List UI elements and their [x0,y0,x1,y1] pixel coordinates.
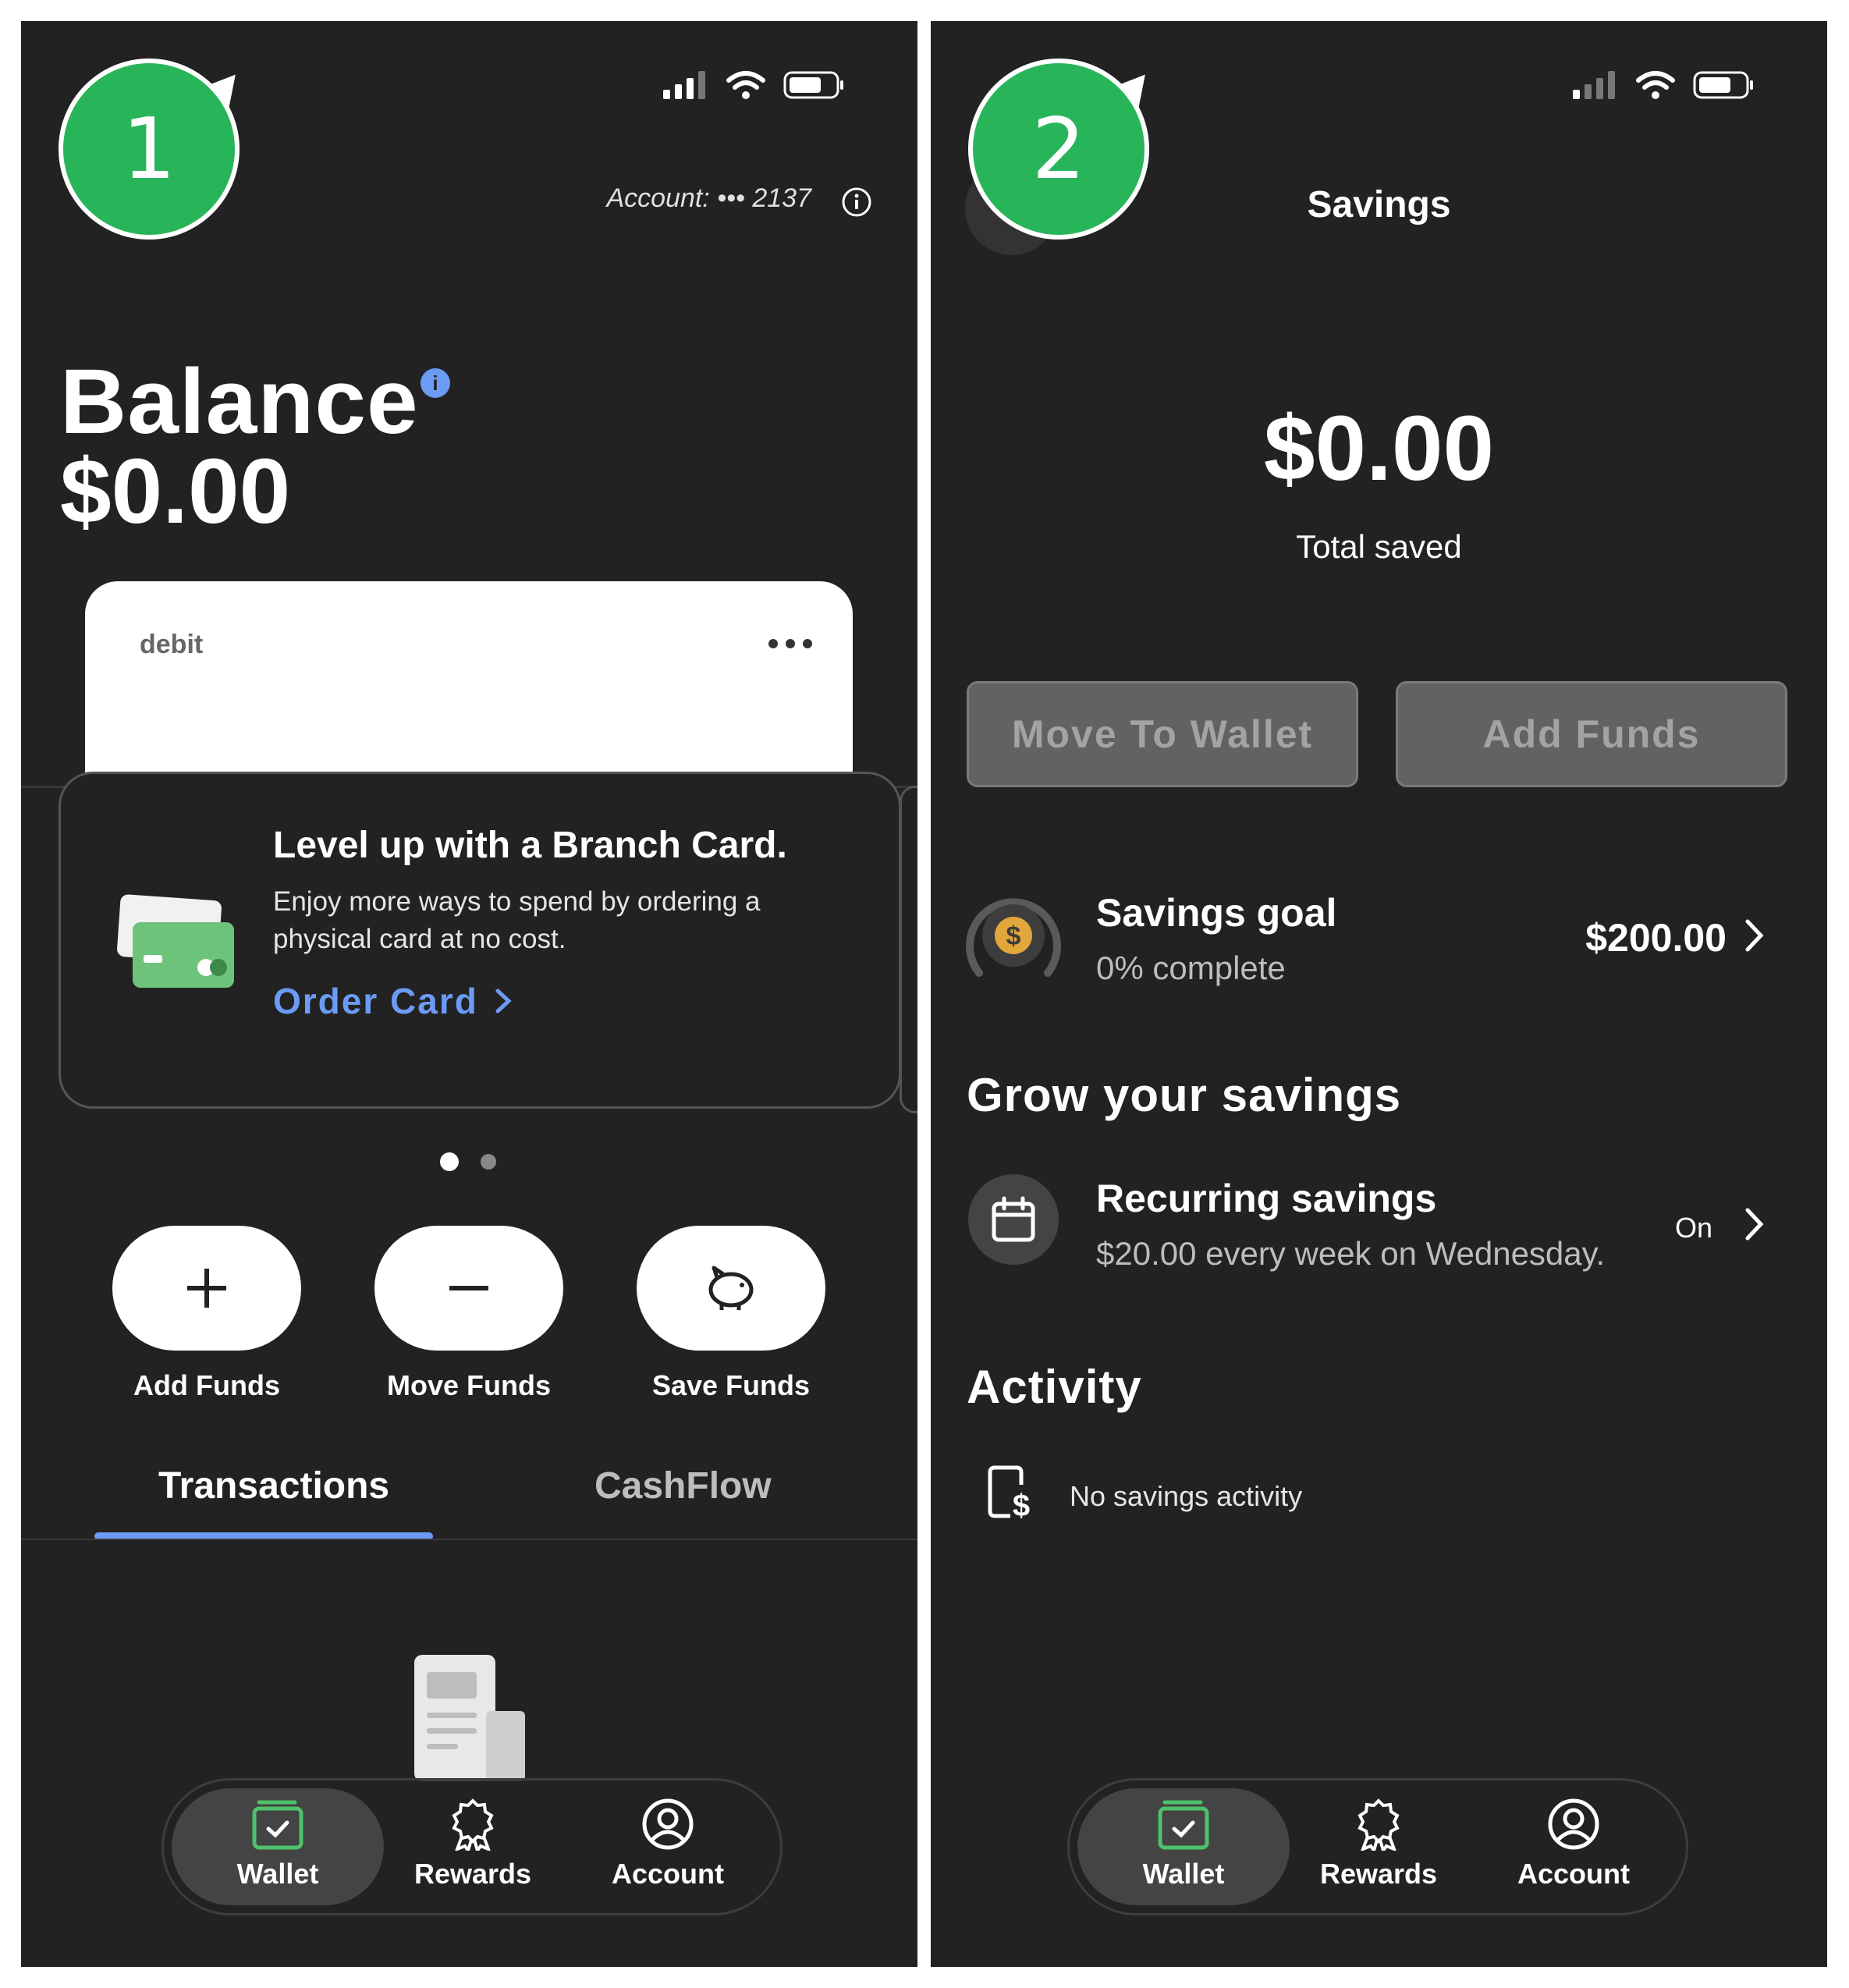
nav-account[interactable]: Account [590,1798,746,1890]
recurring-savings-schedule: $20.00 every week on Wednesday. [1096,1235,1606,1272]
calendar-icon-wrap [968,1174,1059,1265]
nav-account[interactable]: Account [1496,1798,1652,1890]
move-funds-label: Move Funds [386,1369,551,1401]
add-funds-button[interactable] [112,1226,301,1351]
bottom-nav: Wallet Rewards Account [161,1778,783,1915]
wifi-icon [1636,71,1675,99]
move-to-wallet-button[interactable]: Move To Wallet [967,681,1358,787]
chevron-right-icon [1745,919,1764,952]
order-card-link[interactable]: Order Card [273,980,513,1022]
more-icon[interactable] [767,637,814,650]
savings-goal-progress: 0% complete [1096,950,1286,986]
wallet-icon [1158,1800,1209,1850]
info-icon[interactable] [841,186,872,218]
no-activity-icon: $ [988,1465,1030,1521]
nav-wallet[interactable]: Wallet [1105,1798,1262,1890]
battery-icon [1693,71,1753,99]
total-saved-label: Total saved [1296,528,1462,565]
step-badge: 1 [59,59,240,240]
wifi-icon [726,71,765,99]
nav-account-label: Account [612,1858,724,1890]
savings-screen: 2 Savings $0.00 Total saved Move To Wall… [931,21,1827,1967]
svg-text:$: $ [1013,1489,1030,1521]
promo-body: Enjoy more ways to spend by ordering a p… [273,886,761,954]
card-type-label: debit [140,630,204,659]
receipt-icon [414,1655,525,1781]
bottom-nav: Wallet Rewards Account [1067,1778,1688,1915]
status-bar [1571,69,1755,101]
page-title: Savings [1307,184,1451,225]
add-funds-button[interactable]: Add Funds [1396,681,1787,787]
order-card-label: Order Card [273,981,478,1021]
total-saved-value: $0.00 [1263,397,1495,500]
battery-icon [783,71,843,99]
save-funds-label: Save Funds [651,1369,811,1401]
recurring-savings-title: Recurring savings [1096,1177,1437,1220]
recurring-savings-status: On [1674,1212,1712,1244]
activity-heading: Activity [967,1361,1142,1413]
nav-account-label: Account [1517,1858,1630,1890]
next-promo-card[interactable] [900,786,917,1113]
promo-title: Level up with a Branch Card. [273,825,787,866]
promo-card: Level up with a Branch Card. Enjoy more … [59,772,901,1109]
savings-goal-amount: $200.00 [1585,916,1727,960]
savings-goal-row[interactable]: $ Savings goal 0% complete $200.00 [962,864,1805,1004]
tab-divider [21,1539,917,1540]
page-dot-active[interactable] [440,1152,459,1171]
signal-icon [663,71,705,99]
chevron-right-icon [1745,1208,1764,1241]
grow-savings-heading: Grow your savings [967,1069,1402,1121]
recurring-savings-row[interactable]: Recurring savings $20.00 every week on W… [962,1152,1805,1293]
svg-text:$: $ [1006,921,1021,951]
account-icon [642,1798,694,1850]
calendar-icon [992,1196,1035,1242]
wallet-screen: 1 Account: ••• 2137 Balance i $0.00 debi… [21,21,917,1967]
save-funds-button[interactable] [637,1226,825,1351]
savings-goal-icon: $ [966,898,1061,977]
savings-goal-title: Savings goal [1096,891,1337,935]
wallet-icon [252,1800,303,1850]
chevron-right-icon [495,989,512,1014]
balance-info-icon[interactable]: i [421,368,450,398]
rewards-icon [1357,1798,1400,1855]
account-icon [1548,1798,1599,1850]
status-bar [662,69,846,101]
nav-rewards[interactable]: Rewards [395,1798,551,1890]
plus-icon [187,1269,226,1308]
tab-transactions[interactable]: Transactions [158,1464,389,1507]
nav-rewards[interactable]: Rewards [1301,1798,1457,1890]
nav-wallet-label: Wallet [1142,1858,1225,1890]
no-activity-text: No savings activity [1070,1480,1303,1512]
add-funds-label: Add Funds [133,1369,280,1401]
nav-wallet-label: Wallet [236,1858,319,1890]
nav-wallet[interactable]: Wallet [200,1798,356,1890]
signal-icon [1573,71,1615,99]
card-illustration-icon [117,894,234,988]
move-funds-button[interactable] [374,1226,563,1351]
rewards-icon [452,1798,494,1855]
page-dot[interactable] [481,1154,496,1170]
nav-rewards-label: Rewards [413,1858,532,1890]
minus-icon [449,1286,488,1290]
tab-cashflow[interactable]: CashFlow [594,1464,772,1507]
balance-value: $0.00 [60,440,291,543]
nav-rewards-label: Rewards [1319,1858,1438,1890]
account-number: Account: ••• 2137 [606,183,811,213]
piggy-bank-icon [708,1266,754,1310]
